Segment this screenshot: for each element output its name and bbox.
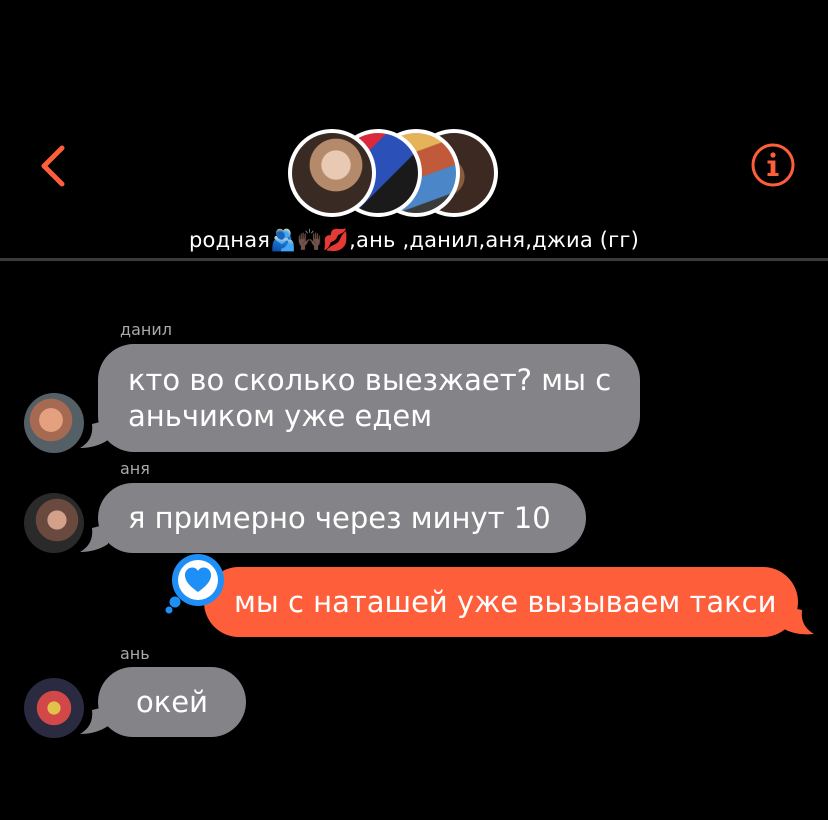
- message-text: я примерно через минут 10: [128, 501, 551, 535]
- heart-icon[interactable]: [164, 552, 226, 614]
- sender-name: аня: [120, 459, 150, 478]
- group-avatars[interactable]: [288, 129, 512, 221]
- chevron-left-icon[interactable]: [34, 142, 74, 190]
- message-text: аньчиком уже едем: [128, 399, 433, 433]
- info-icon[interactable]: [750, 142, 796, 188]
- avatar[interactable]: [24, 678, 84, 738]
- sender-name: данил: [120, 320, 172, 339]
- message-bubble[interactable]: я примерно через минут 10: [98, 483, 586, 553]
- avatar[interactable]: [24, 393, 84, 453]
- group-member-avatar: [288, 129, 376, 217]
- message-bubble[interactable]: кто во сколько выезжает? мы с аньчиком у…: [98, 344, 640, 452]
- message-text: мы с наташей уже вызываем такси: [234, 585, 777, 619]
- sender-name: ань: [120, 644, 150, 663]
- group-title[interactable]: родная🫂🙌🏿💋,ань ,данил,аня,джиа (гг): [0, 228, 828, 253]
- message-text: кто во сколько выезжает? мы с: [128, 363, 612, 397]
- avatar[interactable]: [24, 493, 84, 553]
- message-text: окей: [136, 685, 208, 719]
- header-divider: [0, 258, 828, 261]
- message-bubble[interactable]: окей: [98, 667, 246, 737]
- message-bubble[interactable]: мы с наташей уже вызываем такси: [204, 567, 798, 637]
